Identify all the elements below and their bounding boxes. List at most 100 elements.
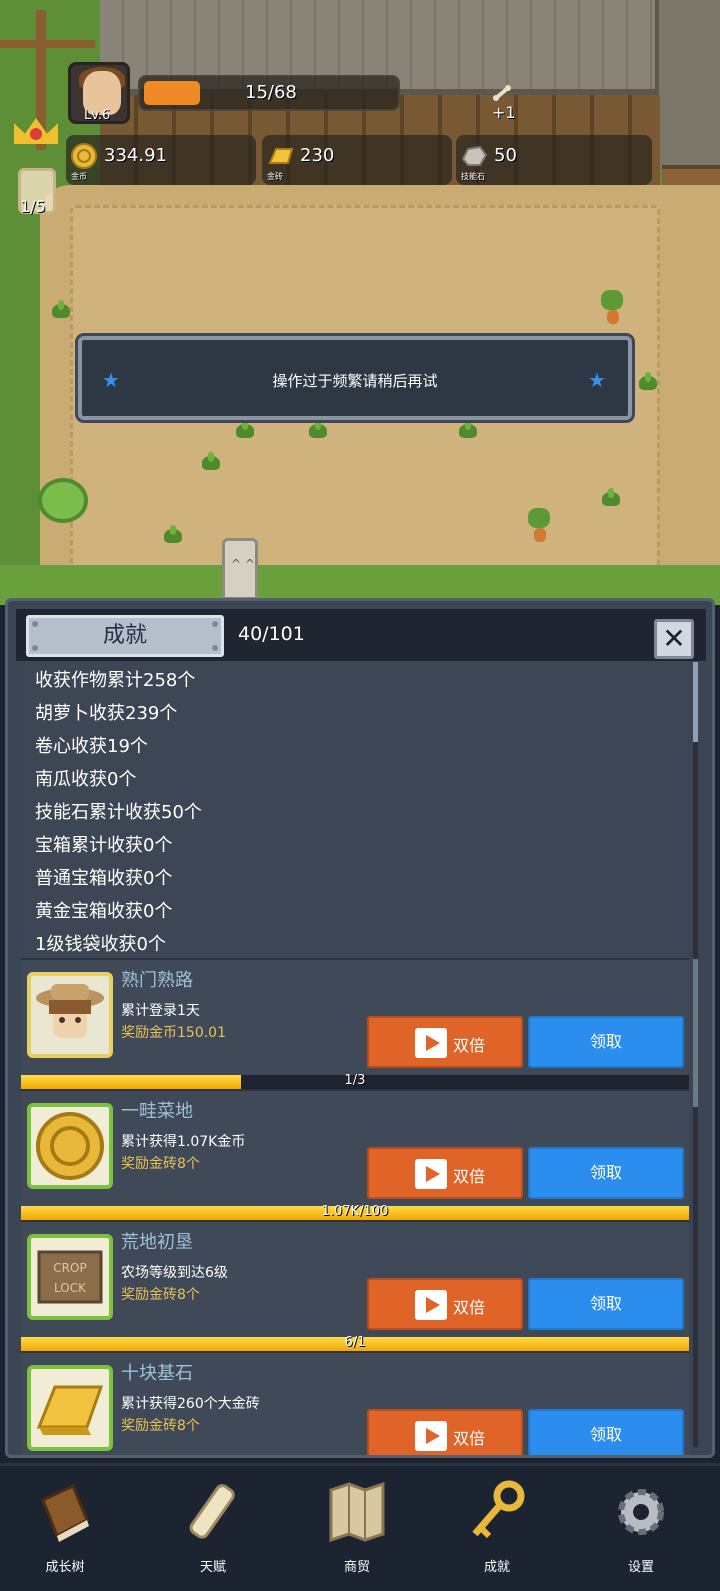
close-button[interactable]: ✕ — [654, 619, 694, 659]
toast-text: 操作过于频繁请稍后再试 — [272, 372, 438, 390]
sign-icon: CROP LOCK — [27, 1234, 113, 1320]
side-roof — [655, 0, 720, 170]
nav-label: 商贸 — [343, 1560, 370, 1575]
scrollbar-thumb[interactable] — [693, 662, 698, 742]
nav-item-settings[interactable]: 设置 — [576, 1474, 706, 1586]
sprout-icon[interactable] — [232, 420, 258, 442]
gear-icon — [618, 1489, 664, 1535]
list-item: 技能石累计收获50个 — [35, 802, 202, 823]
list-item: 宝箱累计收获0个 — [35, 835, 173, 856]
double-label: 双倍 — [453, 1167, 486, 1186]
double-label: 双倍 — [453, 1429, 486, 1448]
nav-label: 成长树 — [45, 1560, 85, 1575]
progress-bar: 1.07K/100 — [21, 1204, 689, 1220]
list-item: 普通宝箱收获0个 — [35, 868, 173, 889]
card-reward: 奖励金砖8个 — [121, 1156, 200, 1172]
card-reward: 奖励金币150.01 — [121, 1025, 226, 1041]
tab-achievements[interactable]: 成就 — [26, 615, 224, 657]
achievement-card: 熟门熟路 累计登录1天 奖励金币150.01 双倍 领取 — [21, 958, 689, 1076]
skill-stone-counter: 50 技能石 — [456, 135, 652, 185]
skill-stone-value: 50 — [494, 145, 517, 166]
card-desc: 累计获得1.07K金币 — [121, 1134, 246, 1150]
key-icon — [472, 1480, 525, 1539]
bone-bonus: +1 — [492, 83, 516, 122]
svg-text:CROP: CROP — [53, 1261, 86, 1275]
achievement-card: 十块基石 累计获得260个大金砖 奖励金砖8个 双倍 领取 — [21, 1351, 689, 1455]
nav-item-trade[interactable]: 商贸 — [292, 1474, 422, 1586]
gold-label: 金币 — [71, 172, 87, 181]
list-item: 黄金宝箱收获0个 — [35, 901, 173, 922]
stone-icon — [461, 145, 488, 166]
video-icon — [415, 1421, 447, 1451]
gold-counter: 334.91 金币 — [66, 135, 256, 185]
sprout-icon[interactable] — [160, 525, 186, 547]
progress-text: 1/3 — [344, 1073, 366, 1088]
nav-label: 天赋 — [199, 1560, 226, 1575]
player-level: Lv.6 — [84, 108, 111, 123]
double-reward-button[interactable]: 双倍 — [367, 1016, 523, 1068]
list-item: 1级钱袋收获0个 — [35, 934, 166, 955]
list-item: 卷心收获19个 — [35, 736, 148, 757]
claim-button[interactable]: 领取 — [528, 1016, 684, 1068]
book-icon — [41, 1483, 89, 1542]
double-label: 双倍 — [453, 1036, 486, 1055]
card-reward: 奖励金砖8个 — [121, 1287, 200, 1303]
claim-button[interactable]: 领取 — [528, 1147, 684, 1199]
claim-button[interactable]: 领取 — [528, 1409, 684, 1455]
carrot-icon[interactable] — [522, 508, 556, 548]
card-desc: 累计登录1天 — [121, 1003, 200, 1019]
sprout-icon[interactable] — [455, 420, 481, 442]
card-desc: 累计获得260个大金砖 — [121, 1396, 260, 1412]
double-reward-button[interactable]: 双倍 — [367, 1147, 523, 1199]
sprout-icon[interactable] — [635, 372, 661, 394]
progress-text: 6/1 — [344, 1335, 366, 1350]
progress-bar: 6/1 — [21, 1335, 689, 1351]
explorer-icon — [27, 972, 113, 1058]
carrot-icon[interactable] — [595, 290, 629, 330]
scrollbar-thumb[interactable] — [693, 959, 698, 1107]
list-item: 收获作物累计258个 — [35, 670, 196, 691]
crown-icon[interactable] — [14, 110, 58, 150]
nav-item-growth-tree[interactable]: 成长树 — [0, 1474, 130, 1586]
signpost-icon: ^ ^ — [222, 538, 258, 600]
list-item: 胡萝卜收获239个 — [35, 703, 178, 724]
sprout-icon[interactable] — [305, 420, 331, 442]
gold-brick-label: 金砖 — [267, 172, 283, 181]
gold-brick-icon — [268, 148, 294, 164]
skill-stone-label: 技能石 — [461, 172, 485, 181]
sprout-icon[interactable] — [48, 300, 74, 322]
xp-bar: 15/68 +1 — [138, 75, 516, 122]
bone-icon — [493, 85, 511, 101]
list-item: 南瓜收获0个 — [35, 769, 137, 790]
scroll-icon — [189, 1484, 235, 1539]
nav-label: 成就 — [483, 1560, 510, 1575]
double-reward-button[interactable]: 双倍 — [367, 1409, 523, 1455]
card-reward: 奖励金砖8个 — [121, 1418, 200, 1434]
nav-item-achievements[interactable]: 成就 — [432, 1474, 562, 1586]
nav-item-talent[interactable]: 天赋 — [148, 1474, 278, 1586]
video-icon — [415, 1028, 447, 1058]
achievement-panel: 成就 40/101 ✕ 收获作物累计258个 胡萝卜收获239个 卷心收获19个… — [5, 598, 715, 1458]
claim-button[interactable]: 领取 — [528, 1278, 684, 1330]
double-label: 双倍 — [453, 1298, 486, 1317]
gold-brick-icon — [27, 1365, 113, 1451]
toast-message: ★ 操作过于频繁请稍后再试 ★ — [78, 336, 632, 420]
xp-bar-fill — [144, 81, 200, 105]
cabbage-icon[interactable] — [38, 478, 88, 523]
panel-header: 成就 40/101 — [16, 609, 706, 661]
sprout-icon[interactable] — [198, 452, 224, 474]
jar-count: 1/5 — [20, 197, 46, 216]
card-title: 熟门熟路 — [121, 970, 193, 991]
coin-icon — [71, 143, 97, 169]
double-reward-button[interactable]: 双倍 — [367, 1278, 523, 1330]
achievement-count: 40/101 — [238, 623, 305, 645]
video-icon — [415, 1290, 447, 1320]
card-title: 一畦菜地 — [121, 1101, 193, 1122]
bone-bonus-value: +1 — [492, 103, 516, 122]
sprout-icon[interactable] — [598, 488, 624, 510]
map-icon — [329, 1481, 385, 1543]
stats-list: 收获作物累计258个 胡萝卜收获239个 卷心收获19个 南瓜收获0个 技能石累… — [21, 662, 689, 960]
tab-label: 成就 — [102, 623, 147, 648]
nav-label: 设置 — [627, 1560, 654, 1575]
progress-bar: 1/3 — [21, 1073, 689, 1089]
